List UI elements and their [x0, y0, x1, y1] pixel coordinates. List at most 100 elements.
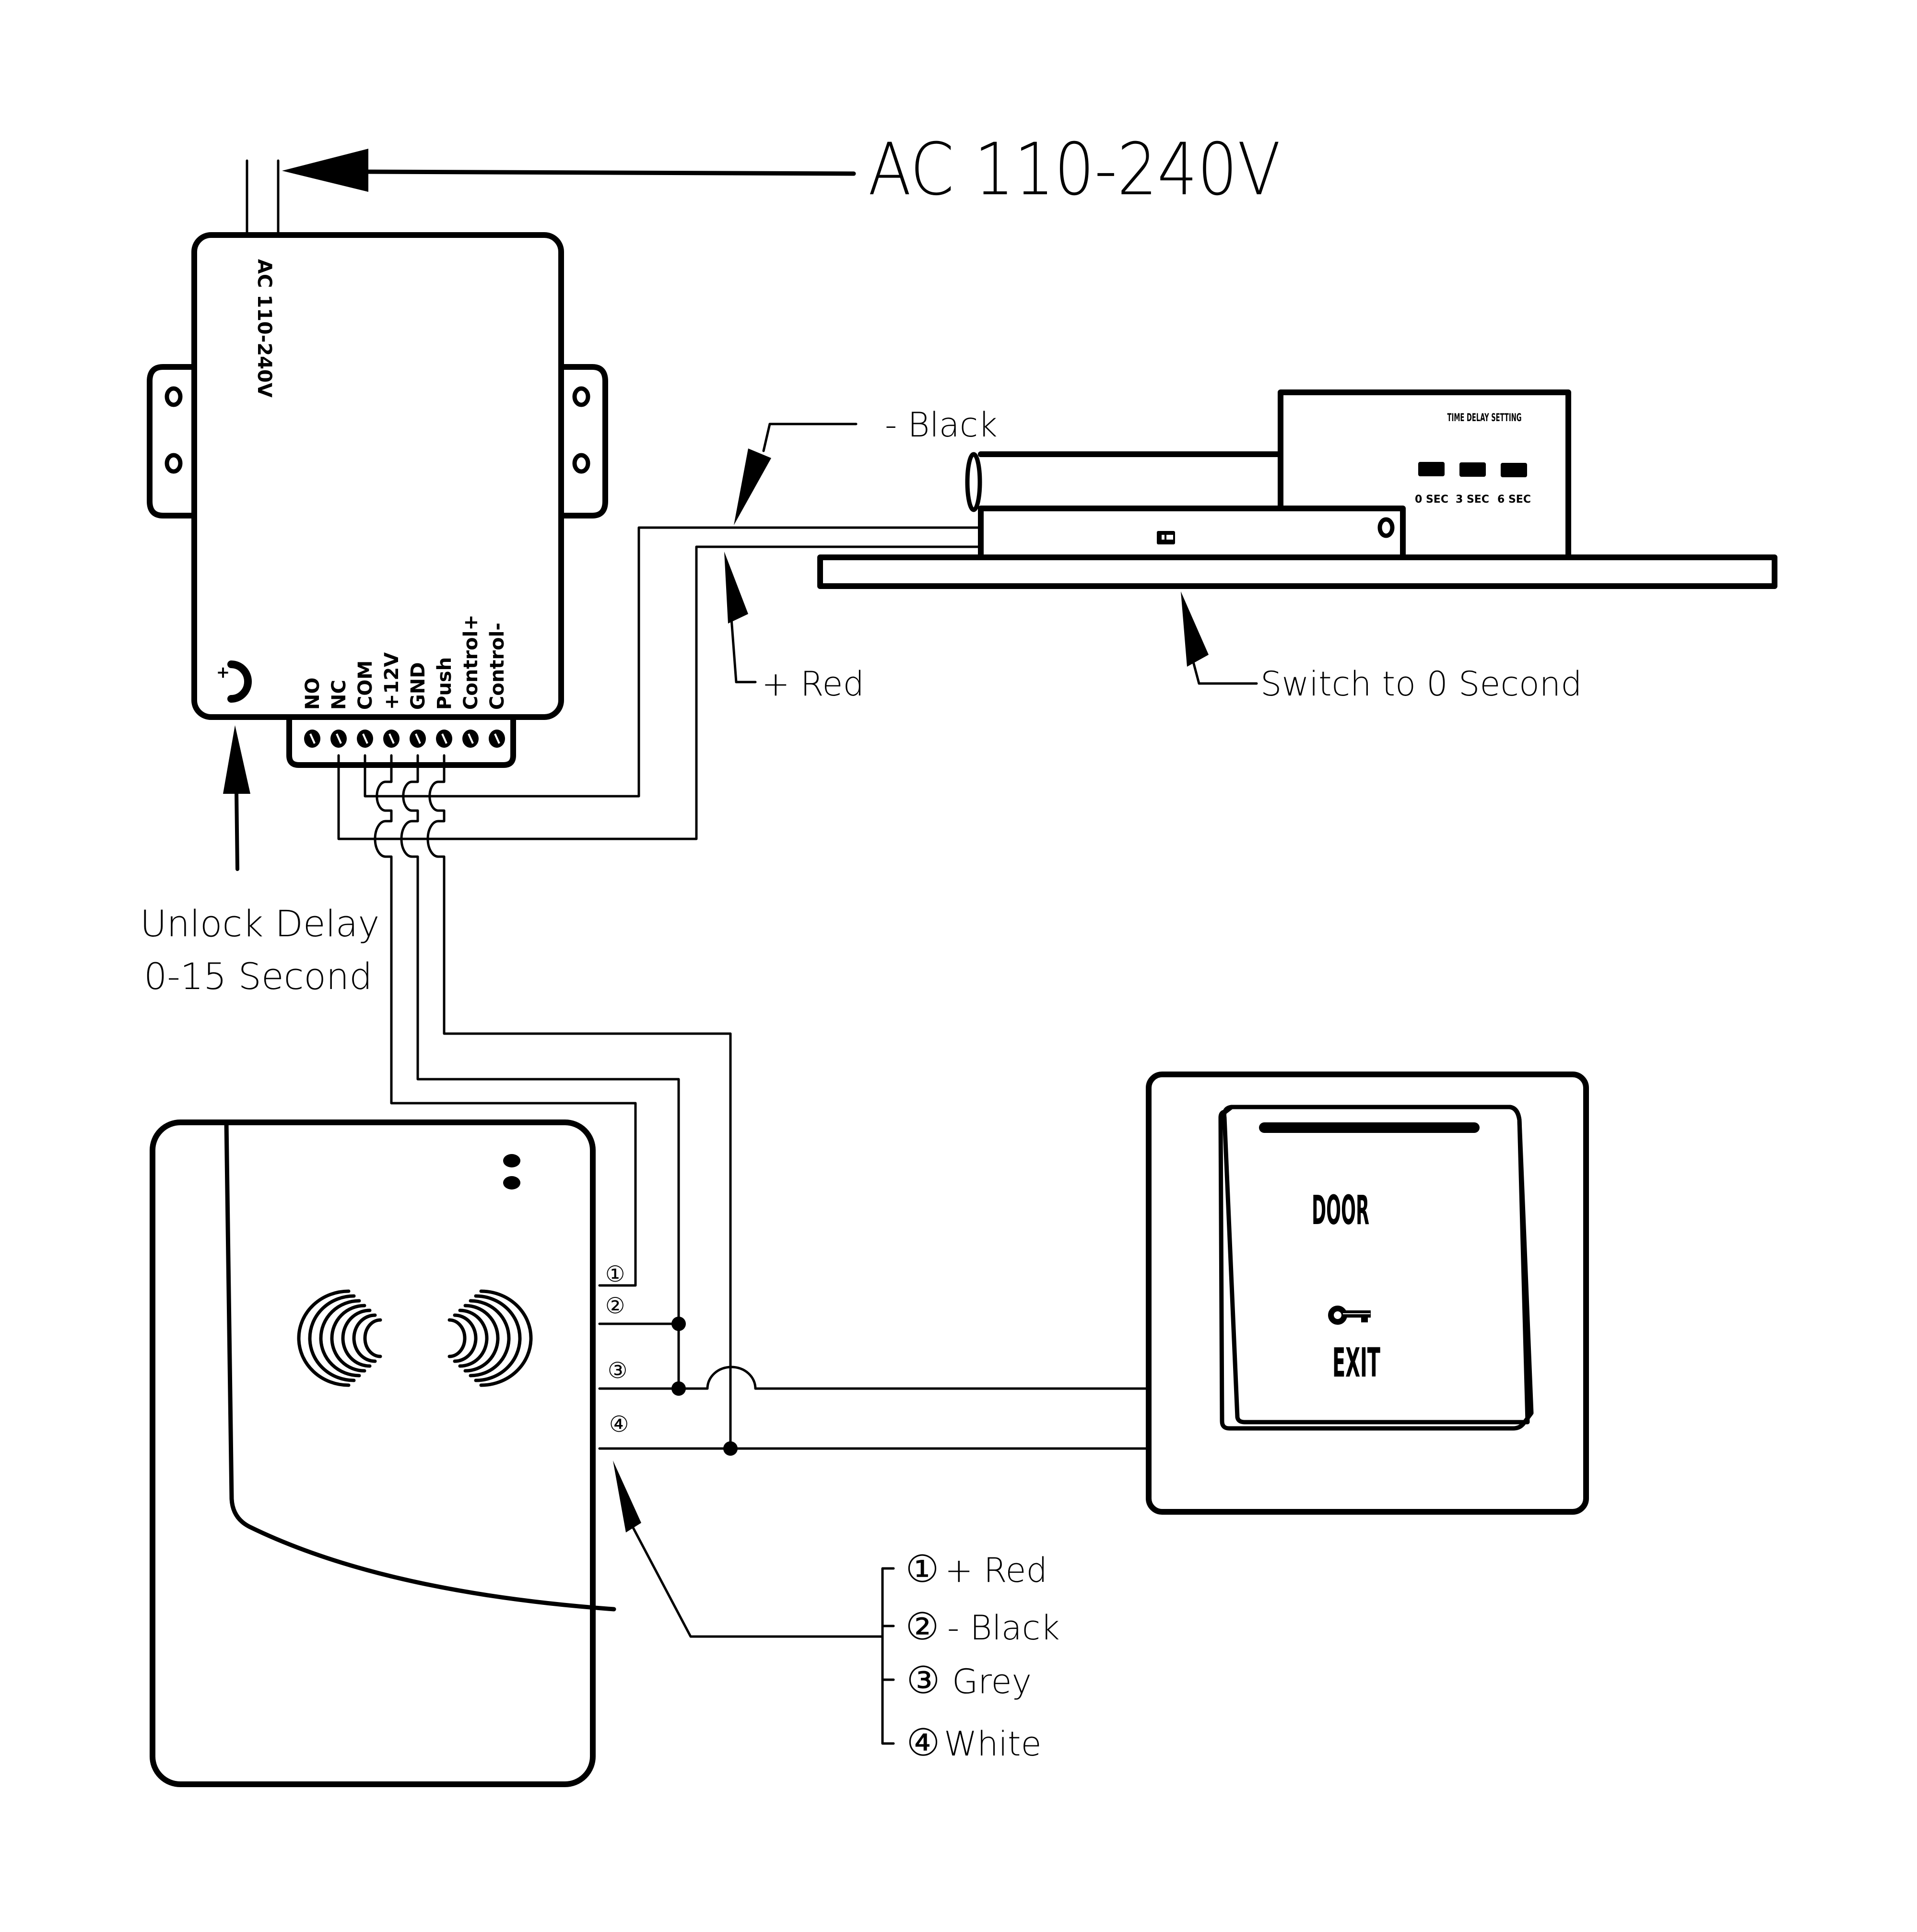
delay-switch-0[interactable]: 0 SEC	[1415, 462, 1448, 506]
terminal-screw[interactable]	[436, 730, 452, 748]
ac-arrow-head-icon	[282, 149, 368, 192]
mount-hole	[165, 453, 183, 474]
knob-arc-icon	[227, 660, 252, 703]
delay-option-3-label: 3 SEC	[1456, 494, 1489, 506]
ac-arrow-line	[362, 169, 856, 176]
reader-callout-arrow-icon	[613, 1461, 641, 1532]
reader-led-icon	[503, 1154, 520, 1167]
exit-button-slot	[1259, 1122, 1480, 1133]
terminal-label-control-minus: Control-	[486, 623, 508, 710]
terminal-screw[interactable]	[330, 730, 347, 748]
delay-settings-title: TIME DELAY SETTING	[1447, 412, 1522, 424]
rfid-wave-arc	[463, 1304, 500, 1373]
reader-terminal-3-mark: ③	[608, 1357, 627, 1383]
switch-note-label: Switch to 0 Second	[1260, 664, 1582, 704]
rfid-waves-right-icon	[447, 1289, 533, 1387]
switch-callout-leader	[1192, 660, 1258, 685]
legend-item-black: ② - Black	[906, 1605, 1060, 1649]
rfid-wave-arc	[363, 1318, 382, 1358]
terminal-screw[interactable]	[304, 730, 320, 748]
legend-text: - Black	[947, 1608, 1060, 1648]
reader-body	[150, 1119, 596, 1787]
reader-callout-leader	[632, 1526, 769, 1638]
junction-dot	[671, 1381, 686, 1396]
reader-front-bezel	[224, 1120, 616, 1612]
door-frame-plate	[817, 554, 1777, 589]
switch-callout-arrow-icon	[1181, 591, 1209, 667]
reader-terminal-1-mark: ①	[605, 1261, 625, 1287]
delay-switch-6[interactable]: 6 SEC	[1497, 463, 1531, 506]
terminal-screw[interactable]	[410, 730, 426, 748]
legend-mark: ②	[906, 1605, 939, 1649]
black-callout-leader	[762, 423, 858, 452]
exit-button[interactable]: DOOR EXIT	[1146, 1072, 1589, 1515]
wire-12v-to-reader-1	[374, 754, 637, 1287]
rfid-wave-arc	[447, 1318, 467, 1358]
terminal-labels: NO NC COM +12V GND Push Control+ Control…	[302, 614, 508, 710]
legend-text: + Red	[945, 1551, 1047, 1590]
bolt-end	[965, 452, 982, 512]
power-supply-unit: AC 110-240V + NO NC COM +12V GND Push Co…	[147, 232, 608, 768]
legend-mark: ③	[906, 1659, 940, 1702]
rfid-reader: ① ② ③ ④	[150, 1119, 629, 1787]
lock-black-wire-label: - Black	[885, 405, 998, 445]
junction-dot	[723, 1441, 738, 1456]
terminal-label-gnd: GND	[407, 662, 429, 710]
dip-switch-icon	[1501, 463, 1527, 477]
legend-item-grey: ③ Grey	[906, 1659, 1032, 1702]
bolt-top-edge	[978, 451, 1283, 512]
ac-input: AC 110-240V	[246, 128, 1281, 237]
terminal-screw[interactable]	[383, 730, 400, 748]
lock-indicator-slot	[1166, 535, 1173, 540]
mount-hole	[572, 453, 590, 474]
terminal-screws	[304, 730, 505, 748]
terminal-label-push: Push	[434, 657, 456, 710]
legend-item-red: ① + Red	[906, 1548, 1047, 1591]
legend-mark: ④	[906, 1721, 940, 1765]
mount-hole	[572, 386, 590, 407]
lock-body	[978, 506, 1406, 560]
red-callout-leader	[730, 617, 757, 683]
reader-wire-callout	[613, 1461, 895, 1745]
reader-terminal-2-mark: ②	[605, 1293, 625, 1319]
legend-item-white: ④ White	[906, 1721, 1042, 1765]
ac-input-label: AC 110-240V	[868, 128, 1281, 212]
lock-indicator-slot	[1162, 535, 1164, 540]
delay-switch-3[interactable]: 3 SEC	[1456, 462, 1489, 506]
callout-arrow-head-icon	[223, 725, 250, 794]
wire-com-to-lock-black	[364, 526, 982, 798]
terminal-label-com: COM	[354, 660, 376, 710]
legend-text: Grey	[952, 1662, 1032, 1701]
terminal-label-control-plus: Control+	[460, 614, 482, 710]
terminal-label-nc: NC	[328, 680, 350, 710]
key-icon	[1328, 1306, 1371, 1325]
delay-option-0-label: 0 SEC	[1415, 494, 1448, 506]
terminal-block	[286, 715, 516, 768]
dip-switch-icon	[1459, 462, 1486, 477]
delay-option-6-label: 6 SEC	[1497, 494, 1531, 506]
terminal-screw[interactable]	[489, 730, 505, 748]
exit-button-exit-label: EXIT	[1332, 1339, 1380, 1386]
rfid-wave-arc	[330, 1304, 366, 1373]
terminal-screw[interactable]	[462, 730, 479, 748]
black-callout-arrow-icon	[734, 448, 771, 525]
terminal-label-12v: +12V	[381, 652, 403, 710]
power-supply-rating-label: AC 110-240V	[253, 259, 275, 398]
reader-led-icon	[503, 1176, 520, 1190]
unlock-delay-knob[interactable]: +	[216, 660, 252, 703]
knob-plus-label: +	[216, 663, 230, 682]
unlock-delay-label-line2: 0-15 Second	[144, 955, 372, 998]
lock-screw-hole	[1377, 517, 1395, 538]
wire-gnd-to-reader-2	[400, 754, 680, 1325]
exit-button-door-label: DOOR	[1312, 1187, 1369, 1234]
reader-terminal-marks: ① ② ③ ④	[605, 1261, 629, 1437]
junction-dot	[671, 1317, 686, 1331]
reader-terminal-4-mark: ④	[609, 1411, 629, 1437]
rfid-waves-left-icon	[297, 1289, 382, 1387]
wire-legend: ① + Red ② - Black ③ Grey ④ White	[906, 1548, 1060, 1765]
unlock-delay-label-line1: Unlock Delay	[140, 902, 379, 945]
legend-text: White	[944, 1724, 1042, 1764]
legend-bracket	[881, 1567, 895, 1745]
wiring-diagram: AC 110-240V AC 110-240V + NO NC COM +12V…	[0, 0, 1917, 1932]
terminal-screw[interactable]	[357, 730, 373, 748]
